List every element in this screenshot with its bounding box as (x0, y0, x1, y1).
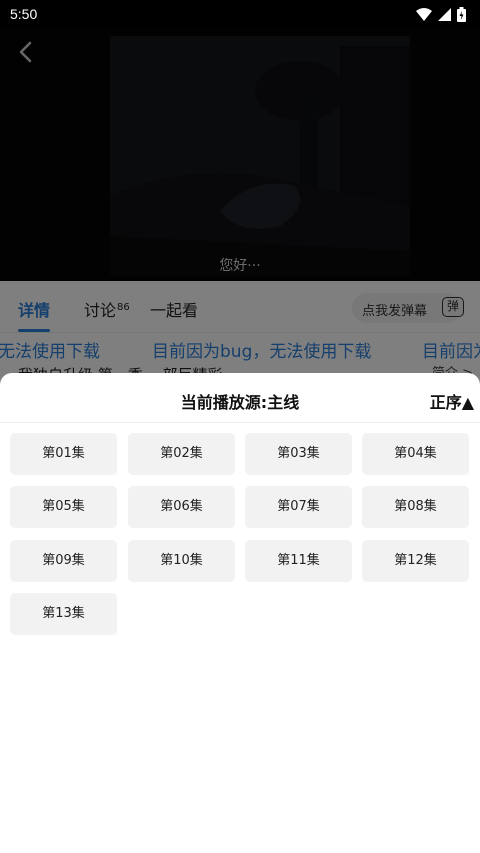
wifi-icon (416, 7, 432, 21)
status-bar: 5:50 (0, 0, 480, 28)
episode-button[interactable]: 第07集 (245, 486, 352, 528)
battery-icon (457, 6, 466, 22)
episode-button[interactable]: 第12集 (362, 540, 469, 582)
status-time: 5:50 (10, 6, 38, 22)
episode-button[interactable]: 第04集 (362, 433, 469, 475)
episode-sheet: 当前播放源:主线 正序▲ 第01集 第02集 第03集 第04集 第05集 第0… (0, 373, 480, 853)
status-icons (416, 6, 466, 22)
episode-sheet-title: 当前播放源:主线 (180, 393, 300, 412)
episode-button[interactable]: 第11集 (245, 540, 352, 582)
episode-button[interactable]: 第01集 (10, 433, 117, 475)
episode-sheet-header: 当前播放源:主线 正序▲ (0, 373, 480, 423)
episode-button[interactable]: 第09集 (10, 540, 117, 582)
sort-order-button[interactable]: 正序▲ (430, 389, 474, 413)
episode-button[interactable]: 第03集 (245, 433, 352, 475)
episode-button[interactable]: 第08集 (362, 486, 469, 528)
episode-button[interactable]: 第02集 (128, 433, 235, 475)
episode-button[interactable]: 第10集 (128, 540, 235, 582)
episode-button[interactable]: 第05集 (10, 486, 117, 528)
episode-button[interactable]: 第06集 (128, 486, 235, 528)
episode-button[interactable]: 第13集 (10, 593, 117, 635)
signal-icon (438, 7, 451, 21)
